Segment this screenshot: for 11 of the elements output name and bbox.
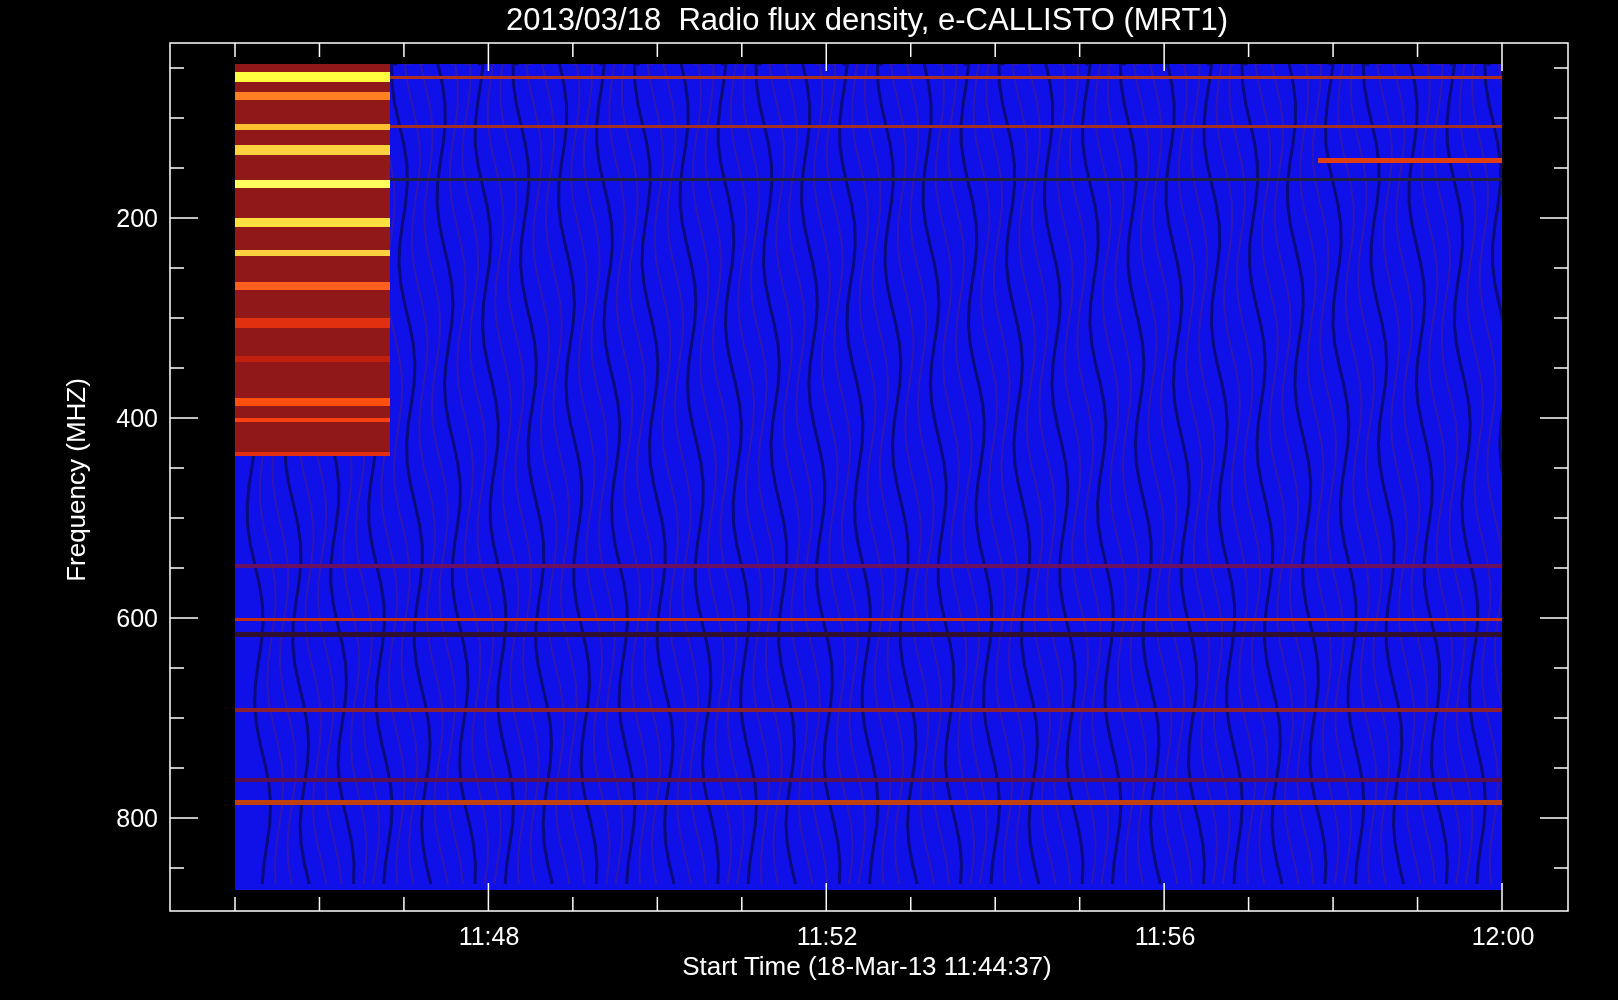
y-tick-label: 800 bbox=[116, 804, 158, 832]
chart-title: 2013/03/18 Radio flux density, e-CALLISTO (MRT1) bbox=[506, 2, 1228, 37]
x-tick-label: 12:00 bbox=[1471, 922, 1535, 950]
x-axis-label: Start Time (18-Mar-13 11:44:37) bbox=[682, 951, 1052, 981]
y-axis-label: Frequency (MHZ) bbox=[61, 378, 91, 582]
y-tick-label: 600 bbox=[116, 604, 158, 632]
y-tick-label: 200 bbox=[116, 204, 158, 232]
x-tick-label: 11:56 bbox=[1134, 922, 1196, 950]
y-tick-label: 400 bbox=[116, 404, 158, 432]
x-tick-label: 11:48 bbox=[458, 922, 520, 950]
x-tick-label: 11:52 bbox=[796, 922, 858, 950]
